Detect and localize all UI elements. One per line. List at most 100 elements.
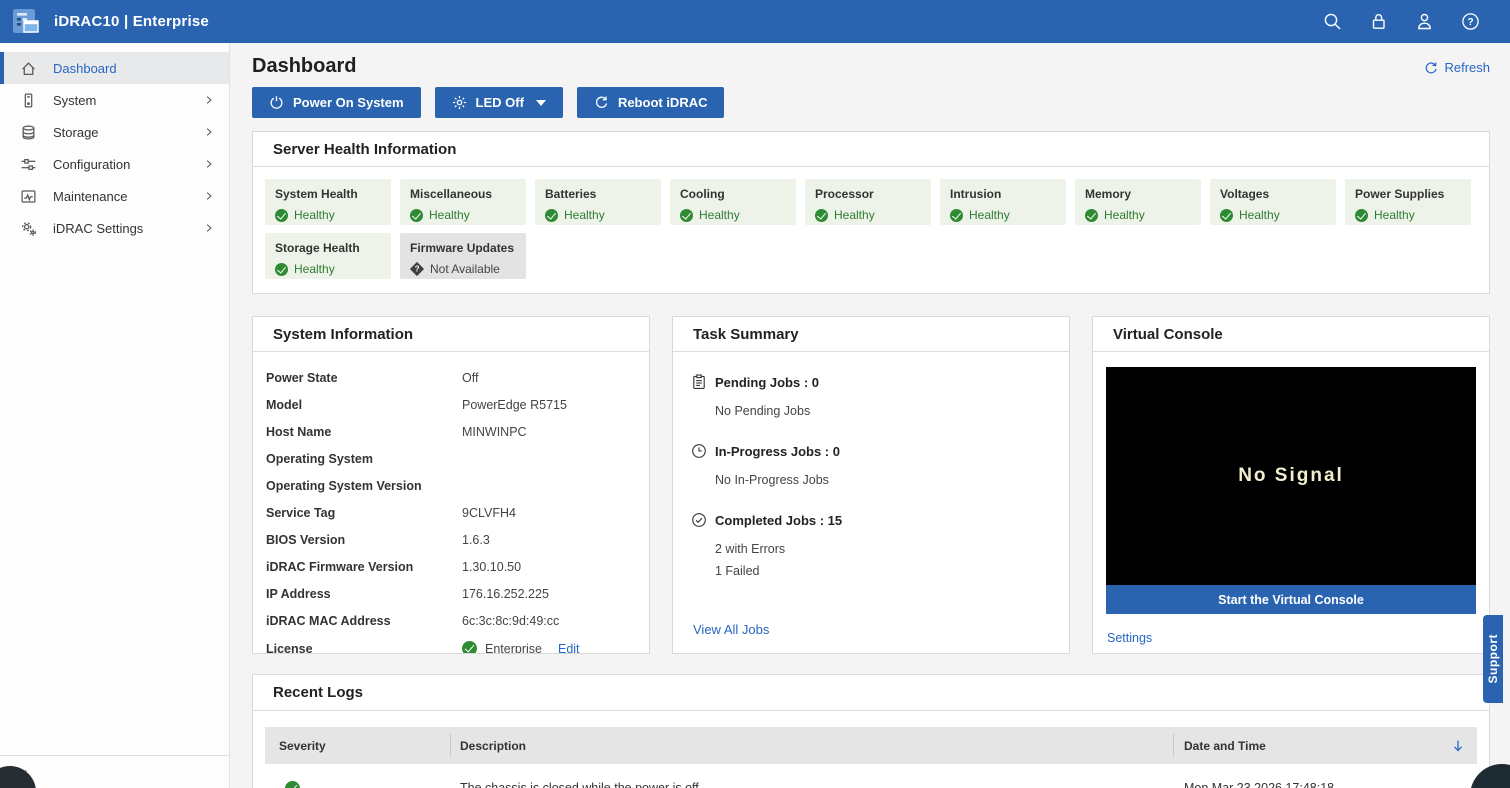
- system-info-value: Off: [462, 371, 479, 385]
- support-tab[interactable]: Support: [1483, 615, 1503, 703]
- health-tile-status: Healthy: [410, 208, 516, 222]
- health-tile[interactable]: Processor Healthy: [805, 179, 931, 225]
- system-info-value: MINWINPC: [462, 425, 527, 439]
- license-ok-icon: [462, 641, 477, 653]
- start-virtual-console-button[interactable]: Start the Virtual Console: [1106, 585, 1476, 614]
- health-tile-label: Cooling: [680, 187, 725, 201]
- column-header-severity[interactable]: Severity: [265, 734, 451, 757]
- sidebar-item-storage[interactable]: Storage: [0, 116, 229, 148]
- system-info-row: Host Name MINWINPC: [266, 425, 635, 439]
- column-header-description[interactable]: Description: [451, 734, 1174, 757]
- help-icon[interactable]: ?: [1461, 12, 1480, 31]
- task-summary-title: Task Summary: [673, 317, 1069, 352]
- console-settings-link[interactable]: Settings: [1107, 631, 1152, 645]
- logs-table: Severity Description Date and Time The c…: [265, 727, 1477, 788]
- power-icon: [270, 96, 283, 109]
- sidebar-item-configuration[interactable]: Configuration: [0, 148, 229, 180]
- activity-chart-icon: [21, 189, 36, 203]
- system-info-value: 6c:3c:8c:9d:49:cc: [462, 614, 560, 628]
- sidebar-item-dashboard[interactable]: Dashboard: [0, 52, 229, 84]
- log-description: The chassis is closed while the power is…: [460, 781, 703, 788]
- system-info-label: iDRAC Firmware Version: [266, 560, 414, 574]
- power-on-system-button[interactable]: Power On System: [252, 87, 421, 118]
- server-health-panel: Server Health Information System Health …: [252, 131, 1490, 294]
- health-tile[interactable]: Power Supplies Healthy: [1345, 179, 1471, 225]
- license-label: License: [266, 641, 313, 654]
- status-icon: [545, 208, 558, 222]
- no-signal-text: No Signal: [1238, 465, 1344, 486]
- health-tile-status: Healthy: [1085, 208, 1191, 222]
- health-tile[interactable]: Miscellaneous Healthy: [400, 179, 526, 225]
- system-info-label: Host Name: [266, 425, 332, 439]
- health-tile-label: Intrusion: [950, 187, 1002, 201]
- health-tile-label: Firmware Updates: [410, 241, 515, 255]
- chevron-right-icon: [206, 224, 212, 232]
- sidebar-item-label: Storage: [53, 124, 99, 140]
- status-icon: [410, 208, 423, 222]
- sort-descending-icon[interactable]: [1451, 739, 1465, 753]
- user-icon[interactable]: [1415, 12, 1434, 31]
- health-tile-status: Healthy: [275, 208, 381, 222]
- refresh-icon: [1426, 61, 1438, 73]
- health-tiles: System Health Healthy Miscellaneous Heal…: [253, 167, 1489, 293]
- health-tile[interactable]: Batteries Healthy: [535, 179, 661, 225]
- severity-ok-icon: [285, 780, 300, 788]
- chevron-right-icon: [206, 96, 212, 104]
- system-info-row: Power State Off: [266, 371, 635, 385]
- completed-jobs-section: Completed Jobs : 15 2 with Errors 1 Fail…: [691, 512, 1049, 579]
- storage-icon: [22, 124, 35, 140]
- health-tile-status: Healthy: [275, 262, 381, 276]
- sidebar-item-idrac-settings[interactable]: iDRAC Settings: [0, 212, 229, 244]
- reboot-icon: [595, 96, 608, 108]
- search-icon[interactable]: [1323, 12, 1342, 31]
- gears-icon: [22, 221, 36, 236]
- chevron-right-icon: [206, 160, 212, 168]
- health-tile[interactable]: System Health Healthy: [265, 179, 391, 225]
- system-info-value: 1.30.10.50: [462, 560, 522, 574]
- led-icon: [452, 95, 466, 110]
- main-content: Dashboard Refresh Power On System LED Of…: [230, 43, 1510, 788]
- health-tile-status: Healthy: [1220, 208, 1326, 222]
- system-info-label: iDRAC MAC Address: [266, 614, 391, 628]
- system-info-value: 176.16.252.225: [462, 587, 549, 601]
- system-info-label: Operating System: [266, 452, 373, 466]
- system-info-row: Service Tag 9CLVFH4: [266, 506, 635, 520]
- sliders-icon: [21, 158, 36, 170]
- status-icon: [1220, 208, 1233, 222]
- log-row[interactable]: The chassis is closed while the power is…: [265, 764, 1477, 788]
- reboot-idrac-button[interactable]: Reboot iDRAC: [576, 87, 725, 118]
- sidebar-item-maintenance[interactable]: Maintenance: [0, 180, 229, 212]
- sidebar-item-label: Dashboard: [53, 60, 117, 76]
- status-icon: [1355, 208, 1368, 222]
- health-tile[interactable]: Intrusion Healthy: [940, 179, 1066, 225]
- system-info-row: Model PowerEdge R5715: [266, 398, 635, 412]
- health-tile-label: Power Supplies: [1355, 187, 1445, 201]
- license-edit-link[interactable]: Edit: [558, 642, 580, 654]
- sidebar: Dashboard System Storage Configuration M…: [0, 43, 230, 788]
- app-header: iDRAC10 | Enterprise ?: [0, 0, 1510, 43]
- lock-icon[interactable]: [1369, 12, 1388, 31]
- health-tile[interactable]: Cooling Healthy: [670, 179, 796, 225]
- health-tile-label: Storage Health: [275, 241, 360, 255]
- system-info-row: iDRAC Firmware Version 1.30.10.50: [266, 560, 635, 574]
- health-tile[interactable]: Firmware Updates Not Available: [400, 233, 526, 279]
- refresh-link[interactable]: Refresh: [1424, 60, 1490, 75]
- health-tile[interactable]: Memory Healthy: [1075, 179, 1201, 225]
- virtual-console-title: Virtual Console: [1093, 317, 1489, 352]
- status-icon: [815, 208, 828, 222]
- column-header-datetime[interactable]: Date and Time: [1174, 739, 1477, 753]
- system-information-panel: System Information Power State Off Model…: [252, 316, 650, 654]
- health-tile-label: Batteries: [545, 187, 597, 201]
- console-preview: No Signal: [1106, 367, 1476, 585]
- server-icon: [24, 92, 33, 108]
- led-off-button[interactable]: LED Off: [434, 87, 563, 118]
- system-info-label: Power State: [266, 371, 338, 385]
- chevron-right-icon: [206, 192, 212, 200]
- system-info-label: Model: [266, 398, 303, 412]
- view-all-jobs-link[interactable]: View All Jobs: [693, 622, 769, 637]
- system-information-title: System Information: [253, 317, 649, 352]
- health-tile[interactable]: Storage Health Healthy: [265, 233, 391, 279]
- health-tile[interactable]: Voltages Healthy: [1210, 179, 1336, 225]
- health-tile-status: Healthy: [815, 208, 921, 222]
- sidebar-item-system[interactable]: System: [0, 84, 229, 116]
